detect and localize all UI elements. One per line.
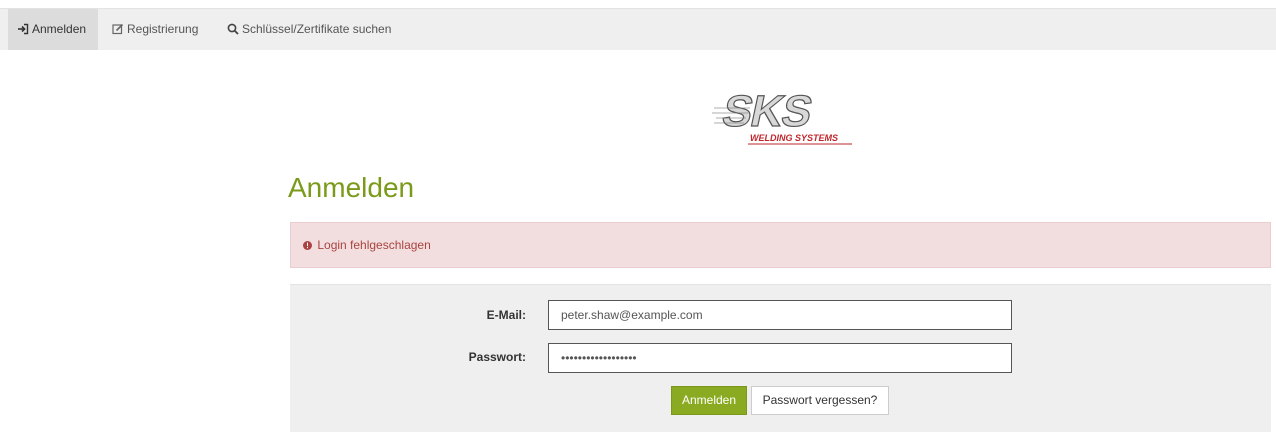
email-field[interactable] [548, 300, 1012, 330]
error-alert: Login fehlgeschlagen [290, 222, 1271, 268]
nav-item-label: Anmelden [32, 22, 87, 36]
edit-icon [112, 23, 124, 35]
forgot-password-button[interactable]: Passwort vergessen? [751, 386, 889, 415]
nav-item-label: Registrierung [127, 22, 199, 36]
password-label: Passwort: [468, 350, 526, 364]
search-icon [227, 23, 239, 35]
top-navbar: Anmelden Registrierung Schlüssel/Zertifi… [0, 8, 1276, 50]
alert-text: Login fehlgeschlagen [317, 238, 431, 252]
page-title: Anmelden [288, 172, 415, 203]
nav-item-label: Schlüssel/Zertifikate suchen [242, 22, 392, 36]
sks-logo: SKS WELDING SYSTEMS [710, 80, 858, 148]
sign-in-icon [17, 23, 29, 35]
nav-item-registrierung[interactable]: Registrierung [102, 9, 214, 50]
email-label: E-Mail: [486, 308, 526, 322]
password-field[interactable] [548, 343, 1012, 373]
nav-item-anmelden[interactable]: Anmelden [8, 9, 98, 50]
svg-text:SKS: SKS [718, 87, 816, 135]
login-button[interactable]: Anmelden [671, 386, 747, 415]
exclamation-circle-icon [303, 241, 312, 250]
logo-tagline: WELDING SYSTEMS [750, 133, 838, 143]
nav-item-schluessel-suchen[interactable]: Schlüssel/Zertifikate suchen [217, 9, 407, 50]
